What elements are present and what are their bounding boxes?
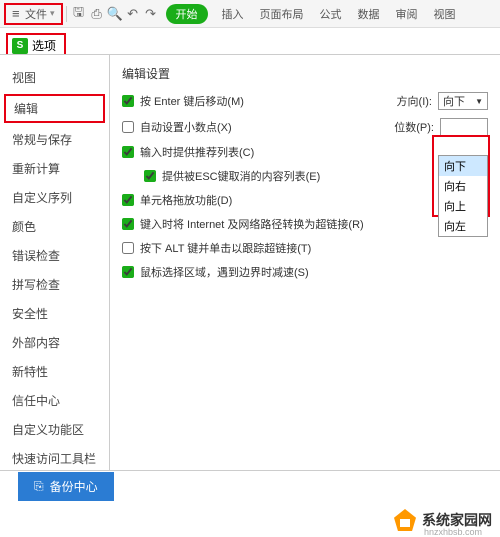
places-input[interactable] [440, 118, 488, 136]
checkbox-auto-decimal[interactable] [122, 121, 134, 133]
backup-center-button[interactable]: 备份中心 [18, 472, 114, 501]
sidebar-item-custom-ribbon[interactable]: 自定义功能区 [0, 415, 109, 444]
backup-icon [34, 479, 44, 494]
start-button[interactable]: 开始 [166, 4, 208, 24]
sidebar-item-qat[interactable]: 快速访问工具栏 [0, 444, 109, 470]
label-auto-decimal: 自动设置小数点(X) [140, 119, 232, 135]
opt-esc-cancel: 提供被ESC键取消的内容列表(E) [122, 168, 488, 184]
backup-label: 备份中心 [50, 478, 98, 495]
dd-option-right[interactable]: 向右 [439, 176, 487, 196]
direction-value: 向下 [443, 93, 465, 109]
dd-option-up[interactable]: 向上 [439, 196, 487, 216]
menu-view[interactable]: 视图 [434, 6, 456, 22]
footer: 备份中心 [18, 472, 114, 501]
sidebar-item-spell[interactable]: 拼写检查 [0, 270, 109, 299]
sidebar-item-edit[interactable]: 编辑 [4, 94, 105, 123]
menu-insert[interactable]: 插入 [222, 6, 244, 22]
hamburger-icon [12, 6, 22, 21]
sidebar-item-recalc[interactable]: 重新计算 [0, 154, 109, 183]
watermark-house-icon [394, 509, 416, 531]
checkbox-mouse-select[interactable] [122, 266, 134, 278]
undo-icon[interactable]: ↶ [124, 6, 142, 22]
opt-mouse-select: 鼠标选择区域，遇到边界时减速(S) [122, 264, 488, 280]
label-alt-click: 按下 ALT 键并单击以跟踪超链接(T) [140, 240, 311, 256]
sidebar-item-color[interactable]: 颜色 [0, 212, 109, 241]
menu-formula[interactable]: 公式 [320, 6, 342, 22]
checkbox-alt-click[interactable] [122, 242, 134, 254]
watermark: 系统家园网 hnzxhbsb.com [394, 509, 492, 531]
footer-separator [0, 470, 500, 471]
label-esc-cancel: 提供被ESC键取消的内容列表(E) [162, 168, 320, 184]
section-title: 编辑设置 [122, 65, 488, 82]
file-label: 文件 [25, 6, 47, 22]
dd-option-left[interactable]: 向左 [439, 216, 487, 236]
separator [66, 6, 67, 22]
opt-cell-drag: 单元格拖放功能(D) [122, 192, 488, 208]
print-icon[interactable]: ⎙ [88, 6, 106, 22]
content-panel: 编辑设置 按 Enter 键后移动(M) 方向(I): 向下 ▼ 自动设置小数点… [110, 55, 500, 470]
dd-option-down[interactable]: 向下 [439, 156, 487, 176]
watermark-sub: hnzxhbsb.com [424, 527, 482, 537]
places-label: 位数(P): [394, 119, 434, 135]
sidebar-item-general[interactable]: 常规与保存 [0, 125, 109, 154]
file-menu-button[interactable]: 文件 ▾ [4, 3, 63, 25]
opt-auto-decimal: 自动设置小数点(X) 位数(P): [122, 118, 488, 136]
sidebar-item-security[interactable]: 安全性 [0, 299, 109, 328]
save-icon[interactable]: 🖫 [70, 3, 88, 25]
sidebar-item-new-features[interactable]: 新特性 [0, 357, 109, 386]
tab-label: 选项 [32, 37, 56, 54]
sidebar: 视图 编辑 常规与保存 重新计算 自定义序列 颜色 错误检查 拼写检查 安全性 … [0, 55, 110, 470]
redo-icon[interactable]: ↷ [142, 6, 160, 22]
main-toolbar: 文件 ▾ 🖫 ⎙ 🔍 ↶ ↷ 开始 插入 页面布局 公式 数据 审阅 视图 [0, 0, 500, 28]
checkbox-cell-drag[interactable] [122, 194, 134, 206]
label-enter-move: 按 Enter 键后移动(M) [140, 93, 244, 109]
direction-dropdown-menu: 向下 向右 向上 向左 [438, 155, 488, 237]
sidebar-item-custom-list[interactable]: 自定义序列 [0, 183, 109, 212]
checkbox-enter-move[interactable] [122, 95, 134, 107]
main-area: 视图 编辑 常规与保存 重新计算 自定义序列 颜色 错误检查 拼写检查 安全性 … [0, 54, 500, 470]
opt-alt-click: 按下 ALT 键并单击以跟踪超链接(T) [122, 240, 488, 256]
direction-label: 方向(I): [397, 93, 432, 109]
opt-enter-move: 按 Enter 键后移动(M) 方向(I): 向下 ▼ [122, 92, 488, 110]
opt-internet-link: 键入时将 Internet 及网络路径转换为超链接(R) [122, 216, 488, 232]
dropdown-arrow-icon: ▼ [475, 97, 483, 106]
opt-input-suggest: 输入时提供推荐列表(C) [122, 144, 488, 160]
checkbox-esc-cancel[interactable] [144, 170, 156, 182]
label-mouse-select: 鼠标选择区域，遇到边界时减速(S) [140, 264, 309, 280]
menu-layout[interactable]: 页面布局 [260, 6, 304, 22]
sidebar-item-view[interactable]: 视图 [0, 63, 109, 92]
menu-data[interactable]: 数据 [358, 6, 380, 22]
tab-options[interactable]: S 选项 [6, 33, 66, 54]
wps-icon: S [12, 38, 28, 54]
direction-dropdown[interactable]: 向下 ▼ [438, 92, 488, 110]
label-internet-link: 键入时将 Internet 及网络路径转换为超链接(R) [140, 216, 364, 232]
checkbox-input-suggest[interactable] [122, 146, 134, 158]
sidebar-item-error-check[interactable]: 错误检查 [0, 241, 109, 270]
preview-icon[interactable]: 🔍 [106, 6, 124, 22]
checkbox-internet-link[interactable] [122, 218, 134, 230]
label-cell-drag: 单元格拖放功能(D) [140, 192, 232, 208]
label-input-suggest: 输入时提供推荐列表(C) [140, 144, 254, 160]
sidebar-item-external[interactable]: 外部内容 [0, 328, 109, 357]
sidebar-item-trust[interactable]: 信任中心 [0, 386, 109, 415]
chevron-down-icon: ▾ [50, 8, 55, 19]
tab-row: S 选项 [0, 28, 500, 54]
menu-review[interactable]: 审阅 [396, 6, 418, 22]
